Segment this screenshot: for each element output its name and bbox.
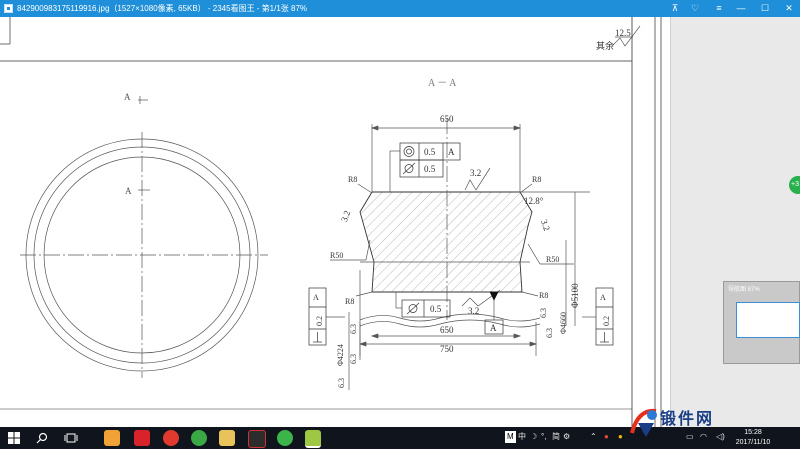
tray-app-icon[interactable]: ● [604,431,609,443]
svg-text:750: 750 [440,344,454,354]
ime-mode[interactable]: M [505,431,516,443]
svg-text:6.3: 6.3 [349,324,358,334]
svg-text:Φ4660: Φ4660 [559,312,568,334]
windows-start-icon[interactable] [8,432,20,444]
ime-simplified[interactable]: 简 [552,431,560,443]
browser-360-icon[interactable] [163,430,179,446]
svg-text:Φ4224: Φ4224 [336,344,345,366]
svg-text:3.2: 3.2 [468,306,479,316]
svg-text:A: A [600,293,606,302]
skin-button[interactable]: ♡ [686,0,704,17]
svg-text:0.5: 0.5 [424,147,436,157]
navigator-thumbnail[interactable]: 导航图 87% [723,281,800,364]
image-viewer-canvas[interactable]: 12.5 其余 A A A － A 650 0.5 A 0.5 3.2 3.2 … [0,17,670,427]
task-view-icon[interactable] [64,432,78,444]
right-panel [670,17,800,427]
right-tolerance-frame: A 0.2 [582,287,614,346]
dim-650-top: 650 [440,114,454,124]
autocad-icon[interactable] [134,430,150,446]
image-viewer-taskbar-icon[interactable] [305,430,321,448]
clock-date: 2017/11/10 [735,439,771,446]
ime-chinese[interactable]: 中 [518,431,526,443]
svg-text:Φ5100: Φ5100 [570,283,580,308]
navigator-title: 导航图 87% [728,287,760,293]
wechat-icon[interactable] [277,430,293,446]
green-app-icon[interactable] [191,430,207,446]
svg-text:R8: R8 [345,297,354,306]
svg-text:R8: R8 [539,291,548,300]
close-button[interactable]: ✕ [780,0,798,17]
engineering-drawing: 12.5 其余 A A A － A 650 0.5 A 0.5 3.2 3.2 … [0,17,662,427]
watermark-text: 锻件网 [660,409,715,428]
navigator-viewport[interactable] [736,302,800,338]
section-label: A － A [428,78,457,89]
fcf-round: 0.5 [399,159,444,178]
svg-text:0.2: 0.2 [315,316,324,326]
svg-text:6.3: 6.3 [337,378,346,388]
left-tolerance-frame: A 0.2 [308,287,345,346]
svg-text:R50: R50 [546,255,559,264]
tray-up-icon[interactable]: ⌃ [590,431,597,443]
svg-text:R8: R8 [532,175,541,184]
system-clock[interactable]: 15:28 2017/11/10 [733,428,773,448]
roughness-top: 12.5 [615,28,631,38]
clock-time: 15:28 [744,429,762,436]
svg-text:3.2: 3.2 [470,168,481,178]
fcf-bottom: 0.5 [401,299,451,318]
title-bar: 842900983175119916.jpg（1527×1080像素, 65KB… [0,0,800,17]
svg-text:A: A [448,147,455,157]
window-title: 842900983175119916.jpg（1527×1080像素, 65KB… [17,4,308,13]
svg-text:0.5: 0.5 [424,164,436,174]
tray-security-icon[interactable]: ● [618,431,623,443]
svg-text:6.3: 6.3 [539,308,548,318]
ime-moon[interactable]: ☽ [530,431,537,443]
add-button[interactable]: +3 [789,176,800,194]
angle-label: 12.8° [524,196,544,206]
svg-text:R8: R8 [348,175,357,184]
qq-icon[interactable] [248,430,266,448]
cut-label: A [124,92,131,102]
circle-label: A [125,186,132,196]
svg-text:0.5: 0.5 [430,304,442,314]
search-icon[interactable] [36,432,48,444]
svg-text:0.2: 0.2 [602,316,611,326]
svg-text:3.2: 3.2 [339,209,352,223]
ime-settings[interactable]: ⚙ [563,431,570,443]
image-file-icon [4,4,13,13]
minimize-button[interactable]: — [732,0,750,17]
svg-text:R50: R50 [330,251,343,260]
svg-text:3.2: 3.2 [539,218,552,232]
menu-button[interactable]: ≡ [710,0,728,17]
svg-text:A: A [313,293,319,302]
roughness-rest-label: 其余 [596,40,614,51]
svg-text:6.3: 6.3 [545,328,554,338]
datum-box: A [490,323,497,333]
ime-punct[interactable]: °, [541,431,546,443]
svg-text:6.3: 6.3 [349,354,358,364]
circular-view: A A [20,92,268,378]
app-i-icon[interactable] [104,430,120,446]
fcf-concentric: 0.5 A [399,142,461,161]
pin-button[interactable]: ⊼ [666,0,684,17]
maximize-button[interactable]: ☐ [756,0,774,17]
svg-text:650: 650 [440,325,454,335]
folder-icon[interactable] [219,430,235,446]
